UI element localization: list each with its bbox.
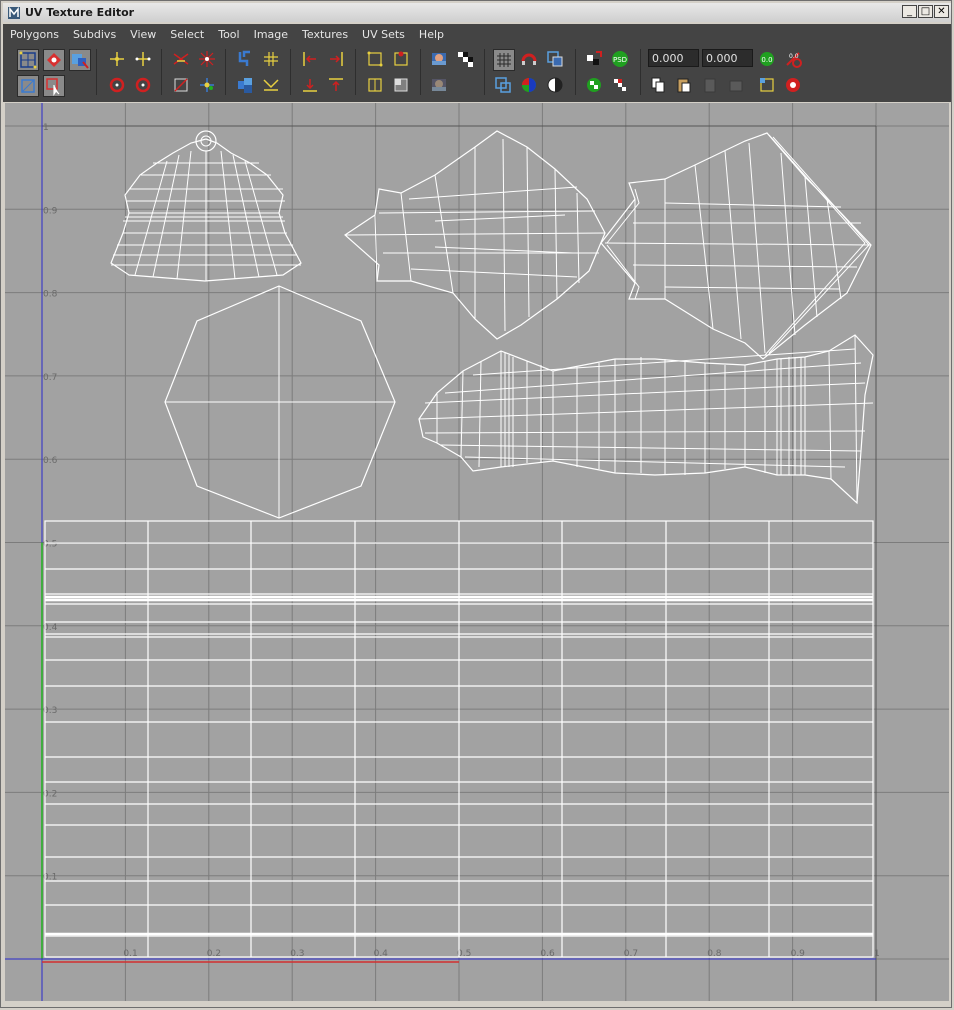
copy-uvs-icon[interactable] xyxy=(648,75,670,97)
grid-display-icon[interactable] xyxy=(493,49,515,71)
uv-texture-editor-window: UV Texture Editor _ □ ✕ Polygons Subdivs… xyxy=(0,0,952,1008)
menu-subdivs[interactable]: Subdivs xyxy=(66,24,123,45)
alpha-channel-icon[interactable] xyxy=(545,75,567,97)
uv-cut-tool-icon[interactable] xyxy=(17,75,39,97)
align-uvs-left-icon[interactable] xyxy=(300,49,322,71)
grid-uvs-icon[interactable] xyxy=(365,49,387,71)
menu-uv-sets[interactable]: UV Sets xyxy=(355,24,412,45)
bottom-border xyxy=(3,1001,951,1007)
isolate-add-icon[interactable] xyxy=(391,75,413,97)
texture-borders-icon[interactable] xyxy=(493,75,515,97)
paste-uvs-icon[interactable] xyxy=(674,75,696,97)
menu-bar: Polygons Subdivs View Select Tool Image … xyxy=(3,24,951,45)
menu-tool[interactable]: Tool xyxy=(211,24,246,45)
menu-view[interactable]: View xyxy=(123,24,163,45)
unfold-uvs-icon[interactable] xyxy=(235,49,257,71)
v-tick-label: 0.7 xyxy=(43,373,57,383)
move-uv-shell-tool-icon[interactable] xyxy=(43,49,65,71)
menu-image[interactable]: Image xyxy=(247,24,295,45)
sew-uv-edges-icon[interactable] xyxy=(171,75,193,97)
u-tick-label: 1 xyxy=(874,949,880,959)
rgb-channels-icon[interactable] xyxy=(519,75,541,97)
uv-toolbar: PSD 0.000 0.000 0.0 0.0 xyxy=(3,45,951,102)
paste-u-icon[interactable] xyxy=(700,75,722,97)
close-button[interactable]: ✕ xyxy=(934,5,949,18)
checker-filter-icon[interactable] xyxy=(455,49,477,71)
v-tick-label: 0.6 xyxy=(43,456,58,466)
maya-app-icon xyxy=(8,6,20,19)
maximize-button[interactable]: □ xyxy=(918,5,933,18)
psd-icon[interactable]: PSD xyxy=(610,49,632,71)
align-uvs-bottom-icon[interactable] xyxy=(300,75,322,97)
merge-uvs-icon[interactable] xyxy=(197,75,219,97)
rotate-cw-icon[interactable] xyxy=(133,75,155,97)
display-image-icon[interactable] xyxy=(429,49,451,71)
uv-lattice-tool-icon[interactable] xyxy=(17,49,39,71)
window-title: UV Texture Editor xyxy=(25,6,135,19)
pixel-snap-icon[interactable] xyxy=(519,49,541,71)
zero-label: 0.0 xyxy=(761,56,772,64)
flip-v-icon[interactable] xyxy=(133,49,155,71)
layout-uvs-icon[interactable] xyxy=(261,49,283,71)
u-value-field[interactable]: 0.000 xyxy=(648,49,699,67)
isolate-select-icon[interactable] xyxy=(365,75,387,97)
minimize-button[interactable]: _ xyxy=(902,5,917,18)
dim-image-icon[interactable] xyxy=(429,75,451,97)
checker-map-icon[interactable] xyxy=(610,75,632,97)
relative-absolute-toggle-icon[interactable]: 0.0 xyxy=(783,49,805,71)
snapshot-grid-icon[interactable] xyxy=(391,49,413,71)
viewport-background xyxy=(5,103,949,1001)
menu-textures[interactable]: Textures xyxy=(295,24,355,45)
shade-uvs-icon[interactable] xyxy=(545,49,567,71)
uv-viewport[interactable]: 0.1 0.2 0.3 0.4 0.5 0.6 0.7 0.8 0.9 1 0.1 0.2 0.3 0.4… xyxy=(5,103,949,1001)
update-psd-network-icon[interactable] xyxy=(584,49,606,71)
straighten-uvs-icon[interactable] xyxy=(261,75,283,97)
flip-u-icon[interactable] xyxy=(107,49,129,71)
select-uv-tool-icon[interactable] xyxy=(43,75,65,97)
uv-canvas[interactable]: 0.10.20.30.40.50.60.70.80.910.1 0.2 0.3 0.4… xyxy=(5,103,949,1001)
checker-tiles-icon[interactable] xyxy=(584,75,606,97)
v-tick-label: 0.9 xyxy=(43,206,58,216)
sew-reset-icon[interactable] xyxy=(783,75,805,97)
psd-label: PSD xyxy=(613,56,627,64)
v-value-field[interactable]: 0.000 xyxy=(702,49,753,67)
menu-polygons[interactable]: Polygons xyxy=(3,24,66,45)
relax-uvs-icon[interactable] xyxy=(235,75,257,97)
uv-smudge-tool-icon[interactable] xyxy=(69,49,91,71)
split-uvs-icon[interactable] xyxy=(197,49,219,71)
paste-v-icon[interactable] xyxy=(726,75,748,97)
align-uvs-right-icon[interactable] xyxy=(326,49,348,71)
v-tick-label: 1 xyxy=(43,123,49,133)
cut-uv-edges-icon[interactable] xyxy=(171,49,193,71)
menu-help[interactable]: Help xyxy=(412,24,451,45)
title-bar: UV Texture Editor _ □ ✕ xyxy=(3,3,951,22)
menu-select[interactable]: Select xyxy=(163,24,211,45)
zero-label-2: 0.0 xyxy=(789,53,799,60)
rotate-ccw-icon[interactable] xyxy=(107,75,129,97)
refresh-uv-values-icon[interactable]: 0.0 xyxy=(757,49,779,71)
cycle-uvs-icon[interactable] xyxy=(757,75,779,97)
align-uvs-top-icon[interactable] xyxy=(326,75,348,97)
v-tick-label: 0.8 xyxy=(43,290,58,300)
